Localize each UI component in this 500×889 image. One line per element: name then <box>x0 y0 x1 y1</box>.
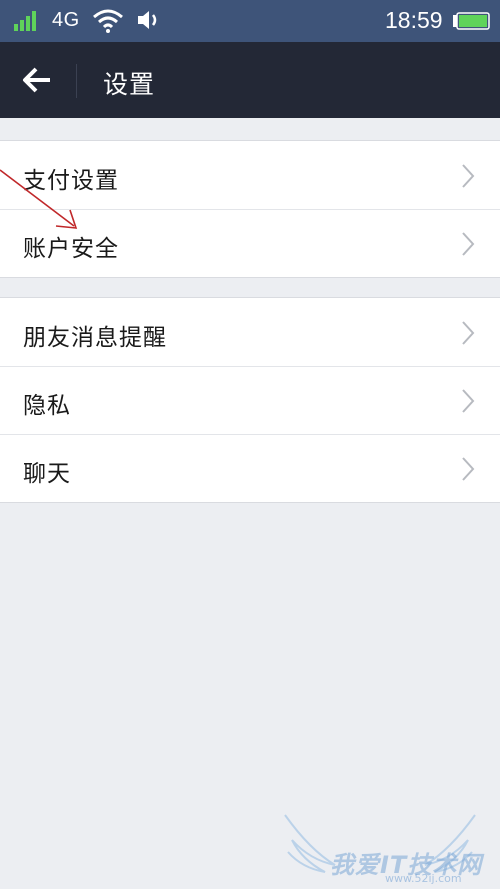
settings-item-label: 朋友消息提醒 <box>23 325 167 351</box>
status-bar: 4G 18:59 <box>0 0 500 42</box>
signal-icon <box>14 11 36 31</box>
chevron-right-icon <box>462 457 475 481</box>
settings-item-label: 聊天 <box>23 461 71 487</box>
settings-item-label: 隐私 <box>23 393 71 419</box>
page-title: 设置 <box>103 70 156 99</box>
settings-group-general: 朋友消息提醒 隐私 聊天 <box>0 297 500 503</box>
header-divider <box>76 64 77 98</box>
settings-item-friend-notifications[interactable]: 朋友消息提醒 <box>0 298 500 366</box>
chevron-right-icon <box>462 389 475 413</box>
wifi-icon <box>93 9 123 33</box>
watermark-url: www.52ij.com <box>385 872 462 885</box>
settings-item-privacy[interactable]: 隐私 <box>0 366 500 434</box>
battery-icon <box>453 12 490 30</box>
clock: 18:59 <box>385 7 443 33</box>
network-type: 4G <box>52 9 80 31</box>
back-button[interactable] <box>0 42 76 118</box>
annotation-arrow <box>0 169 78 229</box>
chevron-right-icon <box>462 232 475 256</box>
navigation-bar: 设置 <box>0 42 500 118</box>
settings-item-chat[interactable]: 聊天 <box>0 434 500 502</box>
volume-icon <box>138 11 157 29</box>
chevron-right-icon <box>462 321 475 345</box>
chevron-right-icon <box>462 164 475 188</box>
arrow-left-icon <box>23 67 50 93</box>
